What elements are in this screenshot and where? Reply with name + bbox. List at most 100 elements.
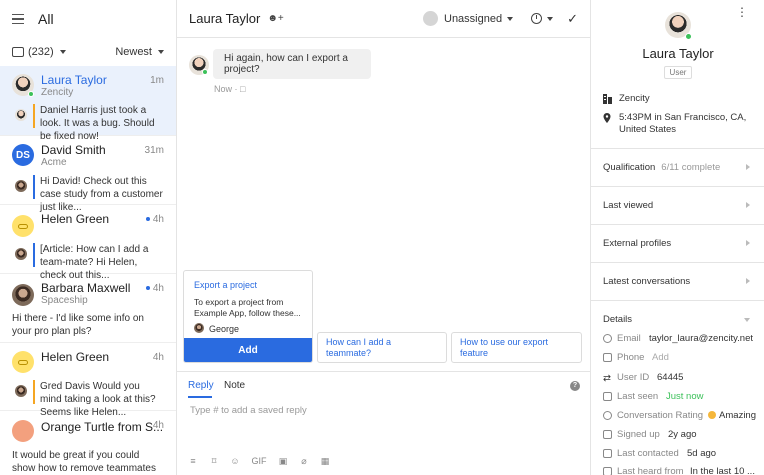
composer-toolbar: ≡ ⌑ ☺ GIF ▣ ⌀ ▦	[188, 456, 330, 466]
note-bar	[33, 380, 35, 404]
inbox-header: All	[0, 0, 176, 38]
help-icon[interactable]: ?	[570, 381, 580, 391]
conversation-time: 4h	[145, 283, 164, 294]
detail-value: In the last 10 ...	[690, 465, 755, 475]
section-label: External profiles	[603, 238, 672, 249]
calendar-icon	[603, 466, 612, 475]
chevron-down-icon[interactable]	[158, 50, 164, 54]
avatar: DS	[12, 144, 34, 166]
suggestion-chip[interactable]: How can I add a teammate?	[317, 332, 447, 363]
phone-icon	[603, 352, 612, 362]
conversation-item[interactable]: Orange Turtle from S... 4h It would be g…	[0, 411, 176, 475]
avatar	[12, 420, 34, 442]
detail-value: Just now	[666, 390, 704, 402]
section-last-viewed[interactable]: Last viewed	[591, 187, 764, 225]
detail-value[interactable]: taylor_laura@zencity.net	[649, 333, 753, 344]
conversation-panel: Laura Taylor ☻+ Unassigned ✓ Hi again, h…	[177, 0, 590, 475]
section-external-profiles[interactable]: External profiles	[591, 225, 764, 263]
image-icon[interactable]: ▣	[278, 456, 288, 466]
inbox-count[interactable]: (232)	[28, 46, 54, 58]
detail-label: User ID	[617, 371, 650, 383]
email-icon	[603, 333, 612, 343]
section-label: Qualification	[603, 162, 656, 173]
detail-label: Last seen	[617, 390, 659, 402]
detail-label: Signed up	[617, 428, 660, 440]
suggested-article-card[interactable]: Export a project To export a project fro…	[183, 270, 313, 363]
chevron-down-icon[interactable]	[547, 16, 554, 21]
note-bar	[33, 243, 35, 267]
section-label: Last viewed	[603, 200, 654, 211]
avatar	[194, 323, 204, 333]
calendar-icon	[603, 391, 612, 401]
detail-label: Last contacted	[617, 447, 679, 459]
section-qualification[interactable]: Qualification 6/11 complete	[591, 149, 764, 187]
detail-value: 5d ago	[687, 447, 717, 459]
gif-icon[interactable]: GIF	[251, 456, 267, 466]
section-value: 6/11 complete	[661, 162, 721, 173]
calendar-icon[interactable]: ▦	[320, 456, 330, 466]
conversation-time: 1m	[150, 75, 164, 86]
note-bar	[33, 175, 35, 199]
conversation-name: Helen Green	[41, 212, 110, 226]
detail-value[interactable]: Add	[652, 352, 669, 363]
emoji-icon[interactable]: ☺	[230, 456, 240, 466]
add-suggestion-button[interactable]: Add	[184, 338, 312, 362]
conversation-title[interactable]: Laura Taylor	[189, 11, 260, 26]
conversation-company: Spaceship	[41, 295, 88, 306]
inbox-toolbar: (232) Newest	[0, 38, 176, 66]
snooze-icon[interactable]	[531, 13, 543, 24]
calendar-icon	[603, 448, 612, 458]
chevron-down-icon[interactable]	[59, 50, 66, 54]
online-indicator	[28, 91, 34, 97]
close-conversation-check-icon[interactable]: ✓	[567, 11, 578, 27]
suggested-article-title[interactable]: Export a project	[194, 280, 257, 290]
detail-label: Conversation Rating	[616, 409, 704, 421]
conversation-preview: It would be great if you could show how …	[12, 450, 156, 474]
avatar	[12, 351, 34, 373]
detail-row-email: Email taylor_laura@zencity.net	[603, 331, 756, 345]
suggestion-chip[interactable]: How to use our export feature	[451, 332, 582, 363]
user-role-badge: User	[664, 66, 692, 79]
conversation-time: 31m	[144, 145, 164, 156]
conversation-item[interactable]: Laura Taylor 1m Zencity Daniel Harris ju…	[0, 66, 176, 142]
conversation-company: Zencity	[41, 87, 74, 98]
assignee-dropdown[interactable]: Unassigned	[423, 11, 514, 26]
conversation-company: Acme	[41, 157, 67, 168]
detail-row-last-contacted: Last contacted 5d ago	[603, 446, 756, 460]
menu-icon[interactable]	[12, 13, 24, 25]
user-profile: ⋮ Laura Taylor User Zencity 5:43PM in Sa…	[591, 0, 764, 149]
rating-emoji-icon	[708, 410, 717, 419]
tab-reply[interactable]: Reply	[188, 380, 214, 391]
conversation-item[interactable]: Helen Green 4h [Article: How can I add a…	[0, 205, 176, 281]
attachment-icon[interactable]: ⌀	[299, 456, 309, 466]
conversation-time-text: 4h	[152, 214, 164, 225]
conversation-item[interactable]: Barbara Maxwell 4h Spaceship Hi there - …	[0, 274, 176, 343]
seen-icon: □	[240, 84, 246, 94]
detail-row-phone: Phone Add	[603, 350, 756, 364]
article-icon[interactable]: ⌑	[209, 456, 219, 466]
avatar	[15, 248, 27, 260]
message-bubble: Hi again, how can I export a project?	[213, 49, 371, 79]
conversation-item[interactable]: DS David Smith 31m Acme Hi David! Check …	[0, 136, 176, 213]
add-person-icon[interactable]: ☻+	[267, 13, 283, 24]
chevron-right-icon	[746, 240, 750, 246]
conversation-item[interactable]: Helen Green 4h Gred Davis Would you mind…	[0, 343, 176, 418]
user-company[interactable]: Zencity	[603, 93, 650, 105]
tab-note[interactable]: Note	[224, 380, 245, 391]
detail-value: 2y ago	[668, 428, 697, 440]
section-latest-conversations[interactable]: Latest conversations	[591, 263, 764, 301]
reply-input[interactable]: Type # to add a saved reply	[190, 405, 307, 416]
conversation-time: 4h	[152, 352, 164, 363]
chevron-right-icon	[746, 202, 750, 208]
sort-dropdown[interactable]: Newest	[115, 46, 152, 58]
section-label: Latest conversations	[603, 276, 691, 287]
avatar	[15, 385, 27, 397]
conversation-time-text: 4h	[152, 283, 164, 294]
avatar	[15, 180, 27, 192]
saved-reply-icon[interactable]: ≡	[188, 456, 198, 466]
detail-label: Last heard from	[617, 465, 684, 475]
online-indicator	[202, 69, 208, 75]
conversation-name: David Smith	[41, 143, 106, 157]
more-options-icon[interactable]: ⋮	[736, 6, 748, 18]
detail-row-user-id: ⇄ User ID 64445	[603, 370, 756, 384]
